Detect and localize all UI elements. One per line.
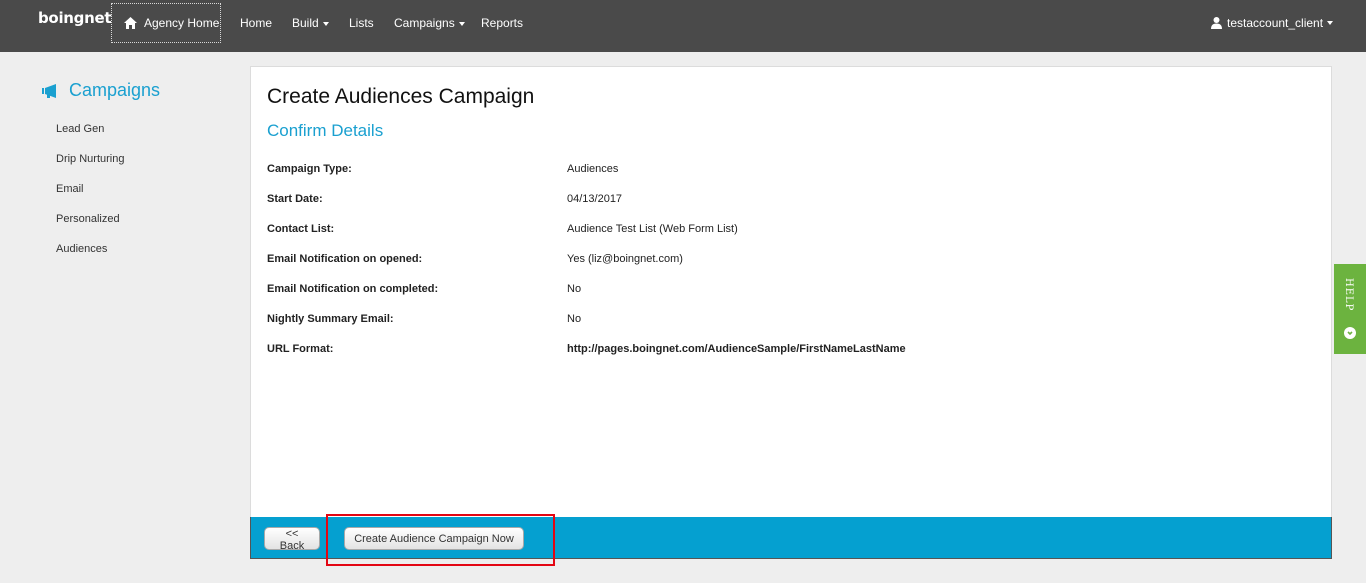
- caret-down-icon: [458, 21, 465, 26]
- boingnet-logo[interactable]: boingnet: [38, 9, 112, 27]
- top-navbar: boingnet Agency Home Home Build Lists Ca…: [0, 0, 1366, 52]
- detail-value: Audience Test List (Web Form List): [567, 223, 738, 235]
- home-icon: [124, 17, 137, 29]
- help-tab[interactable]: HELP: [1334, 264, 1366, 354]
- page-title: Create Audiences Campaign: [267, 85, 535, 108]
- detail-label: Email Notification on completed:: [267, 283, 439, 295]
- caret-down-icon: [322, 21, 329, 26]
- sidebar-item-lead-gen[interactable]: Lead Gen: [56, 123, 104, 135]
- detail-label: Start Date:: [267, 193, 323, 205]
- back-button[interactable]: << Back: [264, 527, 320, 552]
- agency-home-button[interactable]: Agency Home: [111, 3, 221, 43]
- detail-value: Yes (liz@boingnet.com): [567, 253, 683, 265]
- nav-campaigns[interactable]: Campaigns: [394, 16, 465, 30]
- user-icon: [1211, 17, 1222, 29]
- detail-label: Campaign Type:: [267, 163, 352, 175]
- sidebar-item-email[interactable]: Email: [56, 183, 84, 195]
- nav-build[interactable]: Build: [292, 16, 329, 30]
- detail-value: No: [567, 283, 582, 295]
- detail-value: Audiences: [567, 163, 619, 175]
- confirm-details-card: Create Audiences Campaign Confirm Detail…: [250, 66, 1332, 518]
- url-format-value: http://pages.boingnet.com/AudienceSample…: [567, 343, 906, 355]
- sidebar-item-personalized[interactable]: Personalized: [56, 213, 120, 225]
- section-title: Confirm Details: [267, 121, 384, 140]
- nav-home[interactable]: Home: [240, 16, 272, 30]
- nav-lists[interactable]: Lists: [349, 16, 374, 30]
- detail-label: URL Format:: [267, 343, 334, 355]
- detail-label: Nightly Summary Email:: [267, 313, 394, 325]
- nav-reports[interactable]: Reports: [481, 16, 523, 30]
- sidebar-item-audiences[interactable]: Audiences: [56, 243, 107, 255]
- highlight-box: [326, 514, 555, 566]
- detail-value: No: [567, 313, 582, 325]
- caret-down-icon: [1327, 21, 1334, 25]
- sidebar-item-drip-nurturing[interactable]: Drip Nurturing: [56, 153, 124, 165]
- user-name: testaccount_client: [1227, 16, 1324, 30]
- user-menu[interactable]: testaccount_client: [1211, 16, 1334, 30]
- detail-value: 04/13/2017: [567, 193, 623, 205]
- help-label: HELP: [1343, 278, 1354, 312]
- help-circle-icon: [1344, 327, 1356, 339]
- sidebar-title: Campaigns: [42, 80, 160, 101]
- agency-home-label: Agency Home: [144, 16, 220, 30]
- detail-label: Email Notification on opened:: [267, 253, 423, 265]
- megaphone-icon: [42, 83, 56, 98]
- detail-label: Contact List:: [267, 223, 335, 235]
